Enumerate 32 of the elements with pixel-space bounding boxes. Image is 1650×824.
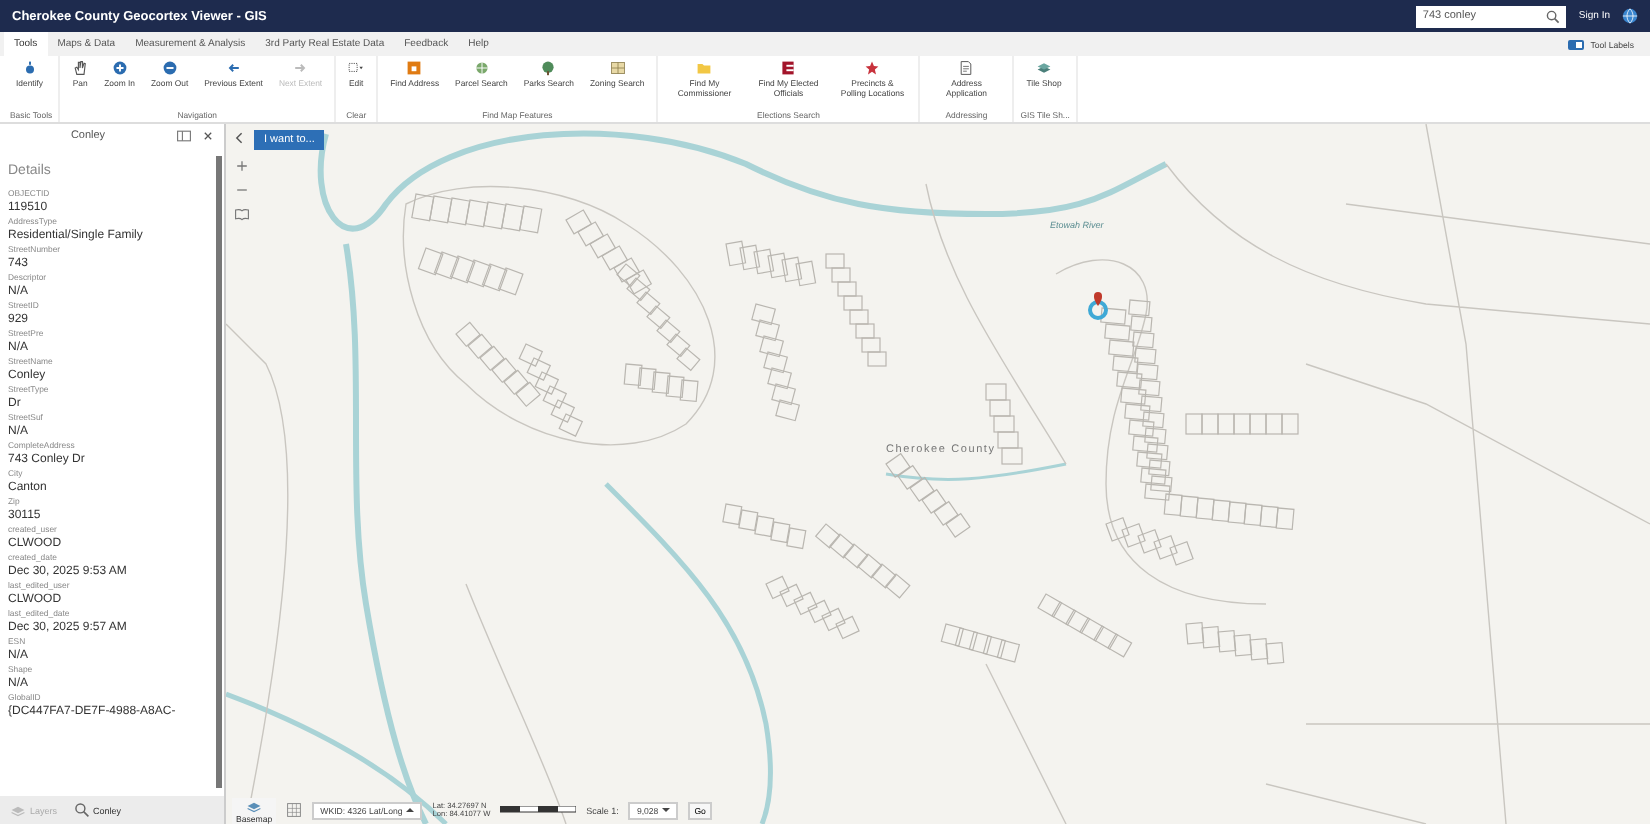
document-icon xyxy=(958,60,975,76)
location-pin-icon xyxy=(1086,288,1110,320)
grid-icon xyxy=(286,802,303,818)
selection-icon xyxy=(348,60,365,76)
tree-icon xyxy=(540,60,557,76)
hand-icon xyxy=(72,60,89,76)
globe-icon[interactable] xyxy=(1622,8,1638,24)
zoom-in-icon xyxy=(111,60,128,76)
layers-icon xyxy=(10,802,26,818)
folder-icon xyxy=(696,60,713,76)
info-pin-icon xyxy=(21,60,38,76)
panel-layout-icon[interactable] xyxy=(176,128,192,144)
arrow-right-icon xyxy=(292,60,309,76)
caret-down-icon xyxy=(662,806,671,815)
plus-icon xyxy=(234,157,250,173)
zoom-in-button[interactable] xyxy=(232,156,252,174)
layers-icon xyxy=(246,797,263,813)
tool-labels-toggle[interactable] xyxy=(1568,39,1585,49)
arrow-left-icon xyxy=(225,60,242,76)
search-icon xyxy=(73,802,90,818)
zoom-out-icon xyxy=(161,60,178,76)
close-icon[interactable] xyxy=(200,128,216,144)
stacked-tiles-icon xyxy=(1036,60,1053,76)
chevron-left-icon xyxy=(232,130,248,146)
scale-bar xyxy=(500,806,577,814)
book-icon xyxy=(234,205,250,221)
map-grid-icon xyxy=(609,60,626,76)
caret-up-icon xyxy=(406,806,415,815)
bookmark-button[interactable] xyxy=(232,204,252,222)
star-icon xyxy=(864,60,881,76)
search-icon[interactable] xyxy=(1546,9,1561,23)
scrollbar-thumb[interactable] xyxy=(216,156,222,788)
